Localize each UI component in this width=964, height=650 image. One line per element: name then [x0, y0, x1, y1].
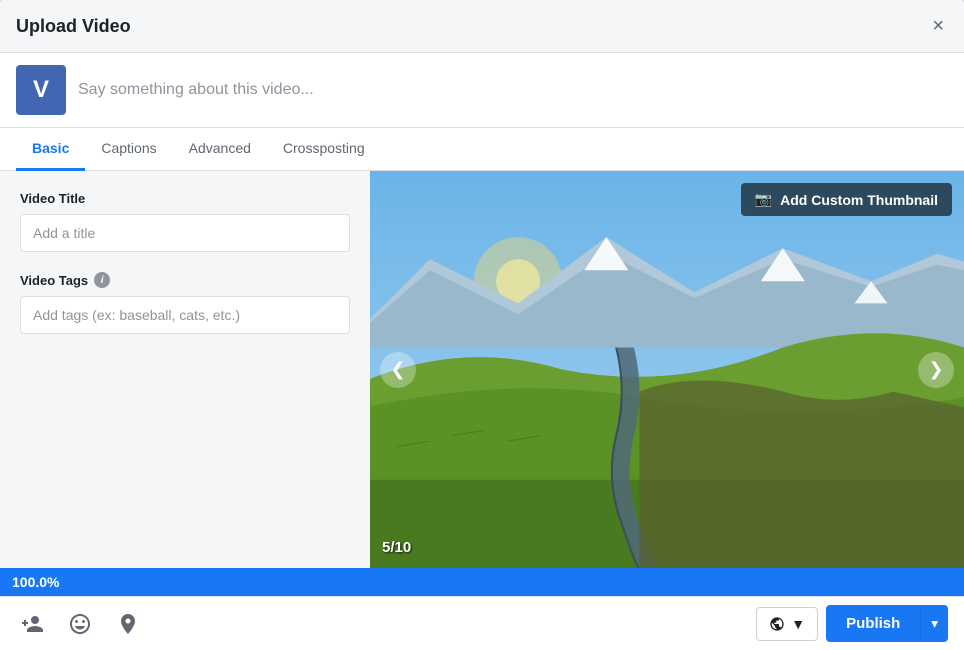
content-area: Video Title Video Tags i	[0, 171, 964, 568]
video-tags-group: Video Tags i	[20, 272, 350, 334]
location-button[interactable]	[112, 608, 144, 640]
progress-text: 100.0%	[12, 574, 59, 590]
video-title-group: Video Title	[20, 191, 350, 252]
tags-info-icon[interactable]: i	[94, 272, 110, 288]
emoji-icon	[68, 612, 92, 636]
status-input[interactable]	[78, 81, 948, 99]
close-button[interactable]: ×	[928, 12, 948, 40]
thumbnail-container: 📷 Add Custom Thumbnail ❮ ❯ 5/10	[370, 171, 964, 568]
publish-btn-group: Publish ▾	[826, 605, 948, 642]
location-icon	[116, 612, 140, 636]
privacy-arrow: ▼	[791, 616, 805, 632]
tab-crossposting[interactable]: Crossposting	[267, 128, 381, 171]
publish-button[interactable]: Publish	[826, 605, 920, 642]
right-panel: 📷 Add Custom Thumbnail ❮ ❯ 5/10	[370, 171, 964, 568]
modal-title: Upload Video	[16, 16, 131, 37]
tab-advanced[interactable]: Advanced	[173, 128, 267, 171]
left-arrow-icon: ❮	[390, 359, 405, 380]
progress-bar: 100.0%	[0, 568, 964, 596]
camera-icon: 📷	[755, 191, 772, 208]
avatar: V	[16, 65, 66, 115]
tab-basic[interactable]: Basic	[16, 128, 85, 171]
tag-friend-icon	[20, 612, 44, 636]
tag-friend-button[interactable]	[16, 608, 48, 640]
next-thumbnail-button[interactable]: ❯	[918, 352, 954, 388]
video-title-label: Video Title	[20, 191, 350, 206]
globe-icon	[769, 616, 785, 632]
tab-captions[interactable]: Captions	[85, 128, 172, 171]
video-tags-label: Video Tags i	[20, 272, 350, 288]
privacy-button[interactable]: ▼	[756, 607, 818, 641]
footer-left	[16, 608, 144, 640]
add-custom-thumbnail-button[interactable]: 📷 Add Custom Thumbnail	[741, 183, 952, 216]
emoji-button[interactable]	[64, 608, 96, 640]
footer-right: ▼ Publish ▾	[756, 605, 948, 642]
tabs-bar: Basic Captions Advanced Crossposting	[0, 128, 964, 171]
left-panel: Video Title Video Tags i	[0, 171, 370, 568]
video-tags-input[interactable]	[20, 296, 350, 334]
prev-thumbnail-button[interactable]: ❮	[380, 352, 416, 388]
footer: ▼ Publish ▾	[0, 596, 964, 650]
modal-header: Upload Video ×	[0, 0, 964, 53]
publish-dropdown-arrow: ▾	[931, 616, 938, 632]
status-bar: V	[0, 53, 964, 128]
upload-video-modal: Upload Video × V Basic Captions Advanced…	[0, 0, 964, 650]
thumbnail-counter: 5/10	[382, 539, 411, 556]
publish-dropdown-button[interactable]: ▾	[920, 605, 948, 642]
landscape-image	[370, 171, 964, 568]
video-title-input[interactable]	[20, 214, 350, 252]
right-arrow-icon: ❯	[928, 359, 943, 380]
